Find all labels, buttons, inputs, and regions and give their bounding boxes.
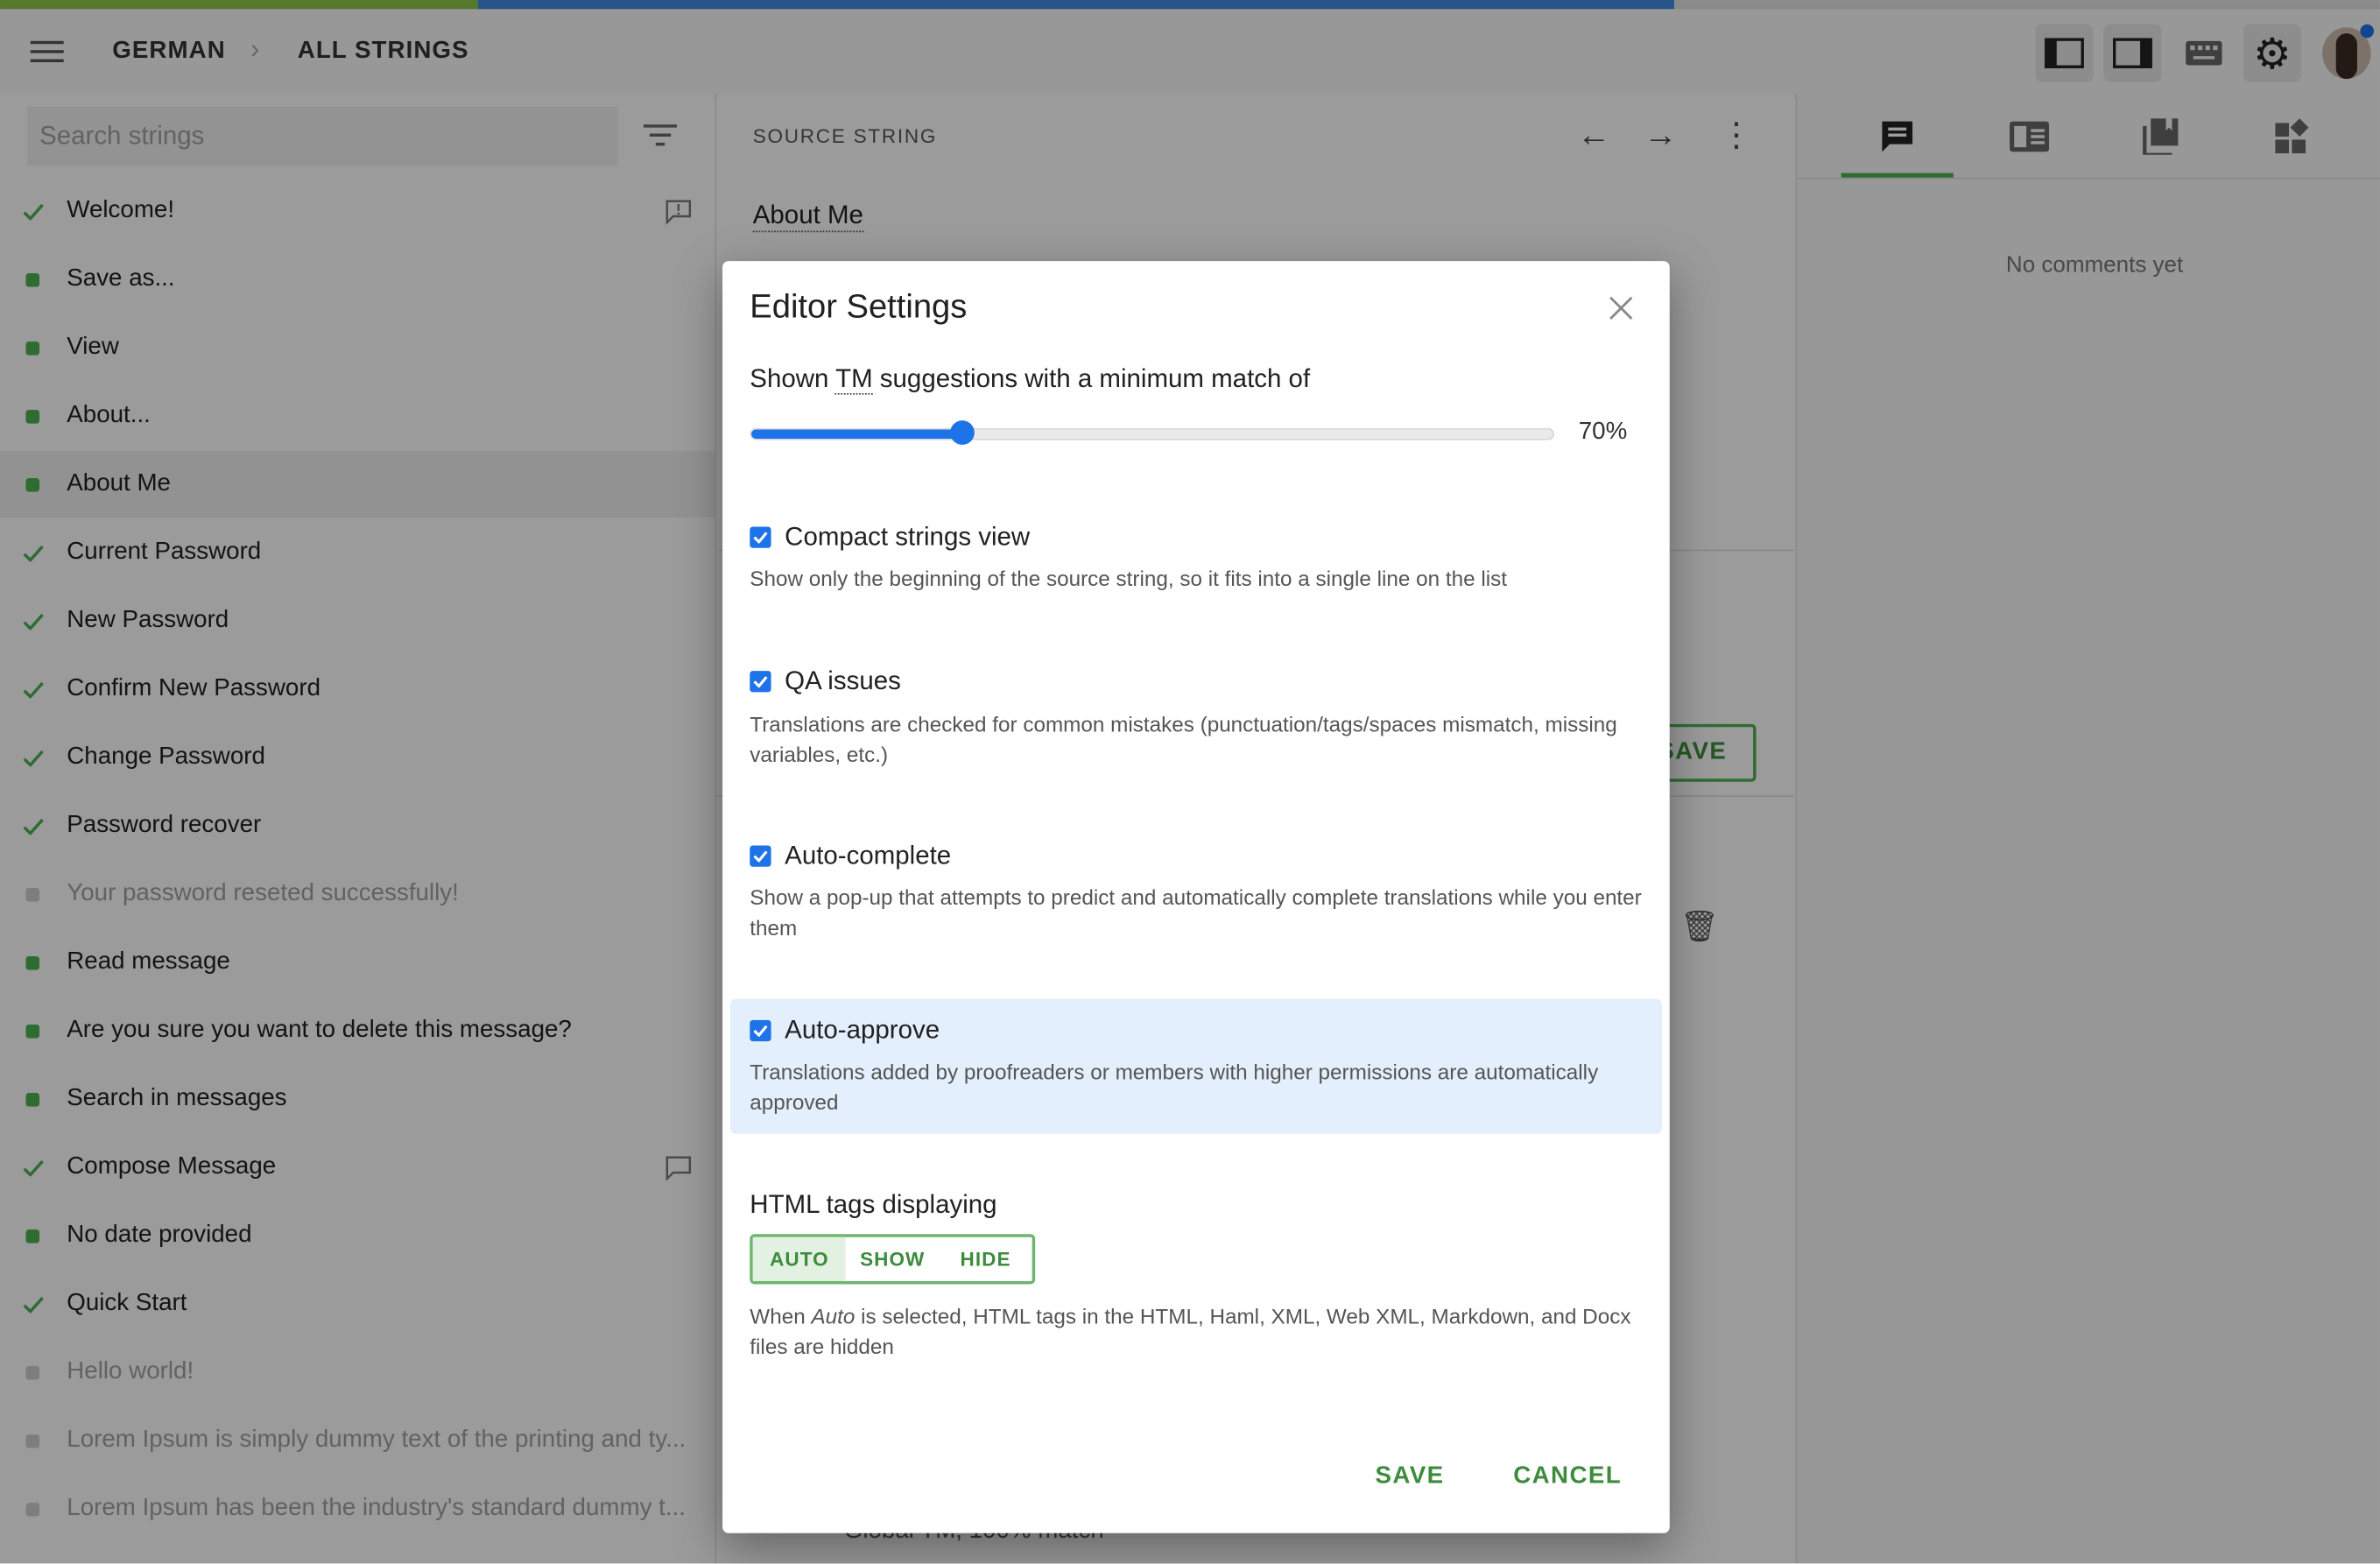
save-button[interactable]: SAVE [1375, 1463, 1444, 1490]
tm-label-pre: Shown [750, 364, 836, 393]
option-qa-issues[interactable]: QA issues [750, 666, 901, 697]
desc-pre: When [750, 1303, 812, 1328]
option-description: Show only the beginning of the source st… [750, 566, 1508, 591]
desc-em: Auto [811, 1303, 856, 1328]
close-icon[interactable] [1609, 296, 1633, 321]
checkbox-checked-icon[interactable] [750, 845, 771, 867]
html-tags-description: When Auto is selected, HTML tags in the … [750, 1301, 1645, 1362]
editor-settings-dialog: Editor Settings Shown TM suggestions wit… [722, 261, 1670, 1533]
app: GERMAN › ALL STRINGS ⚙ Welcome!Save as..… [0, 0, 2380, 1564]
option-label: Compact strings view [785, 522, 1031, 552]
tm-match-label: Shown TM suggestions with a minimum matc… [750, 364, 1310, 395]
cancel-button[interactable]: CANCEL [1513, 1463, 1622, 1490]
option-description: Translations are checked for common mist… [750, 711, 1617, 767]
option-label: Auto-approve [785, 1015, 940, 1045]
tm-match-value: 70% [1578, 419, 1628, 445]
html-tags-toggle: AUTO SHOW HIDE [750, 1234, 1036, 1285]
dialog-title: Editor Settings [750, 286, 968, 325]
tm-label-post: suggestions with a minimum match of [872, 364, 1311, 393]
tm-match-slider[interactable] [750, 420, 1555, 445]
option-description: Translations added by proofreaders or me… [750, 1059, 1599, 1115]
html-tags-hide[interactable]: HIDE [939, 1237, 1032, 1281]
checkbox-checked-icon[interactable] [750, 671, 771, 693]
slider-thumb[interactable] [950, 420, 975, 445]
html-tags-auto[interactable]: AUTO [752, 1236, 847, 1281]
slider-fill [751, 429, 962, 439]
html-tags-label: HTML tags displaying [750, 1189, 997, 1219]
checkbox-checked-icon[interactable] [750, 1019, 771, 1042]
option-label: Auto-complete [785, 841, 952, 870]
option-compact-strings[interactable]: Compact strings view [750, 522, 1030, 553]
option-description: Show a pop-up that attempts to predict a… [750, 884, 1642, 940]
tm-abbr: TM [835, 364, 873, 395]
html-tags-show[interactable]: SHOW [846, 1237, 939, 1281]
option-auto-approve[interactable]: Auto-approve [750, 1016, 940, 1046]
desc-post: is selected, HTML tags in the HTML, Haml… [750, 1303, 1631, 1359]
checkbox-checked-icon[interactable] [750, 526, 771, 548]
option-label: QA issues [785, 666, 901, 695]
option-auto-complete[interactable]: Auto-complete [750, 841, 951, 871]
